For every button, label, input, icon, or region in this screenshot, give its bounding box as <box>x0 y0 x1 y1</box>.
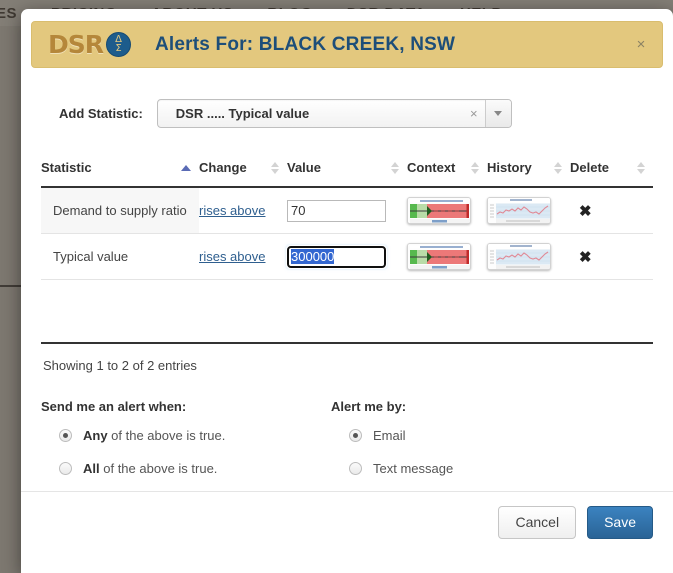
sort-icon[interactable] <box>471 161 479 174</box>
column-label: Delete <box>570 160 610 175</box>
cell-context <box>407 187 487 234</box>
cell-statistic: Demand to supply ratio <box>41 187 199 234</box>
modal-body: Add Statistic: DSR ..... Typical value ×… <box>21 68 673 494</box>
cell-change: rises above <box>199 233 287 280</box>
save-button[interactable]: Save <box>587 505 653 539</box>
sigma-glyph: Σ <box>115 42 122 54</box>
radio-label: All of the above is true. <box>83 461 218 476</box>
alert-by-group: Alert me by: Email Text message <box>331 399 621 494</box>
sort-icon[interactable] <box>637 161 645 174</box>
radio-text-message[interactable]: Text message <box>349 461 621 476</box>
column-header-value[interactable]: Value <box>287 154 407 188</box>
radio-email[interactable]: Email <box>349 428 621 443</box>
logo-text: DSR <box>48 30 104 59</box>
alerts-table: Statistic Change Value Context History D… <box>41 154 653 280</box>
line-chart-thumbnail-icon[interactable] <box>487 243 551 270</box>
cell-delete: ✖ <box>570 233 653 280</box>
cell-history <box>487 187 570 234</box>
column-header-delete[interactable]: Delete <box>570 154 653 188</box>
cell-value <box>286 233 407 280</box>
clear-icon[interactable]: × <box>463 106 485 121</box>
column-label: Context <box>407 160 456 175</box>
column-header-context[interactable]: Context <box>407 154 487 188</box>
radio-any-of-above[interactable]: Any of the above is true. <box>59 428 331 443</box>
radio-button-icon[interactable] <box>349 429 362 442</box>
page-title: Alerts For: BLACK CREEK, NSW <box>155 33 456 55</box>
cancel-button[interactable]: Cancel <box>498 505 577 539</box>
statistic-select-value: DSR ..... Typical value <box>175 105 310 121</box>
delete-row-button[interactable]: ✖ <box>570 203 592 220</box>
gauge-thumbnail-icon[interactable] <box>407 197 471 224</box>
statistic-select[interactable]: DSR ..... Typical value × <box>156 98 512 128</box>
alert-by-title: Alert me by: <box>331 399 407 414</box>
radio-button-icon[interactable] <box>59 462 72 475</box>
table-row: Demand to supply ratio rises above 70 ✖ <box>41 187 653 234</box>
alerts-modal: DSR Δ Σ Alerts For: BLACK CREEK, NSW × A… <box>21 9 673 573</box>
delete-row-button[interactable]: ✖ <box>570 249 592 266</box>
table-header-row: Statistic Change Value Context History D… <box>41 154 653 188</box>
column-label: Change <box>199 160 247 175</box>
delta-sigma-badge-icon: Δ Σ <box>106 32 132 57</box>
cell-context <box>407 233 487 280</box>
modal-header: DSR Δ Σ Alerts For: BLACK CREEK, NSW × <box>31 21 663 68</box>
column-header-statistic[interactable]: Statistic <box>41 154 199 188</box>
cell-history <box>487 233 570 280</box>
modal-footer: Cancel Save <box>21 490 673 539</box>
column-header-change[interactable]: Change <box>199 154 287 188</box>
cell-value <box>287 187 407 234</box>
gauge-thumbnail-icon[interactable] <box>407 243 471 270</box>
radio-button-icon[interactable] <box>349 462 362 475</box>
sort-icon[interactable] <box>391 161 399 174</box>
close-icon[interactable]: × <box>630 34 652 56</box>
chevron-down-icon[interactable] <box>484 99 511 127</box>
sort-icon[interactable] <box>554 161 562 174</box>
value-input[interactable] <box>286 244 387 269</box>
showing-entries-info: Showing 1 to 2 of 2 entries <box>43 358 197 373</box>
sort-icon[interactable] <box>271 161 279 174</box>
line-chart-thumbnail-icon[interactable] <box>487 197 551 224</box>
cell-delete: ✖ <box>570 187 653 234</box>
radio-all-of-above[interactable]: All of the above is true. <box>59 461 331 476</box>
change-condition-link[interactable]: rises above <box>199 203 265 218</box>
options-row: Send me an alert when: Any of the above … <box>41 399 653 494</box>
column-label: Statistic <box>41 160 92 175</box>
column-label: History <box>487 160 532 175</box>
alert-when-group: Send me an alert when: Any of the above … <box>41 399 331 494</box>
radio-button-icon[interactable] <box>59 429 72 442</box>
value-input[interactable] <box>287 199 386 222</box>
column-header-history[interactable]: History <box>487 154 570 188</box>
change-condition-link[interactable]: rises above <box>199 249 265 264</box>
sort-ascending-icon[interactable] <box>181 164 191 171</box>
alert-when-title: Send me an alert when: <box>41 399 187 414</box>
cell-statistic: Typical value <box>41 233 199 280</box>
radio-label: Text message <box>373 461 454 476</box>
cell-change: rises above <box>199 187 287 234</box>
radio-label: Any of the above is true. <box>83 428 226 443</box>
add-statistic-label: Add Statistic: <box>59 105 143 121</box>
add-statistic-row: Add Statistic: DSR ..... Typical value × <box>59 96 653 130</box>
table-row: Typical value rises above 300000 ✖ <box>41 233 653 280</box>
dsr-logo: DSR Δ Σ <box>48 30 132 60</box>
radio-label: Email <box>373 428 406 443</box>
column-label: Value <box>287 160 321 175</box>
